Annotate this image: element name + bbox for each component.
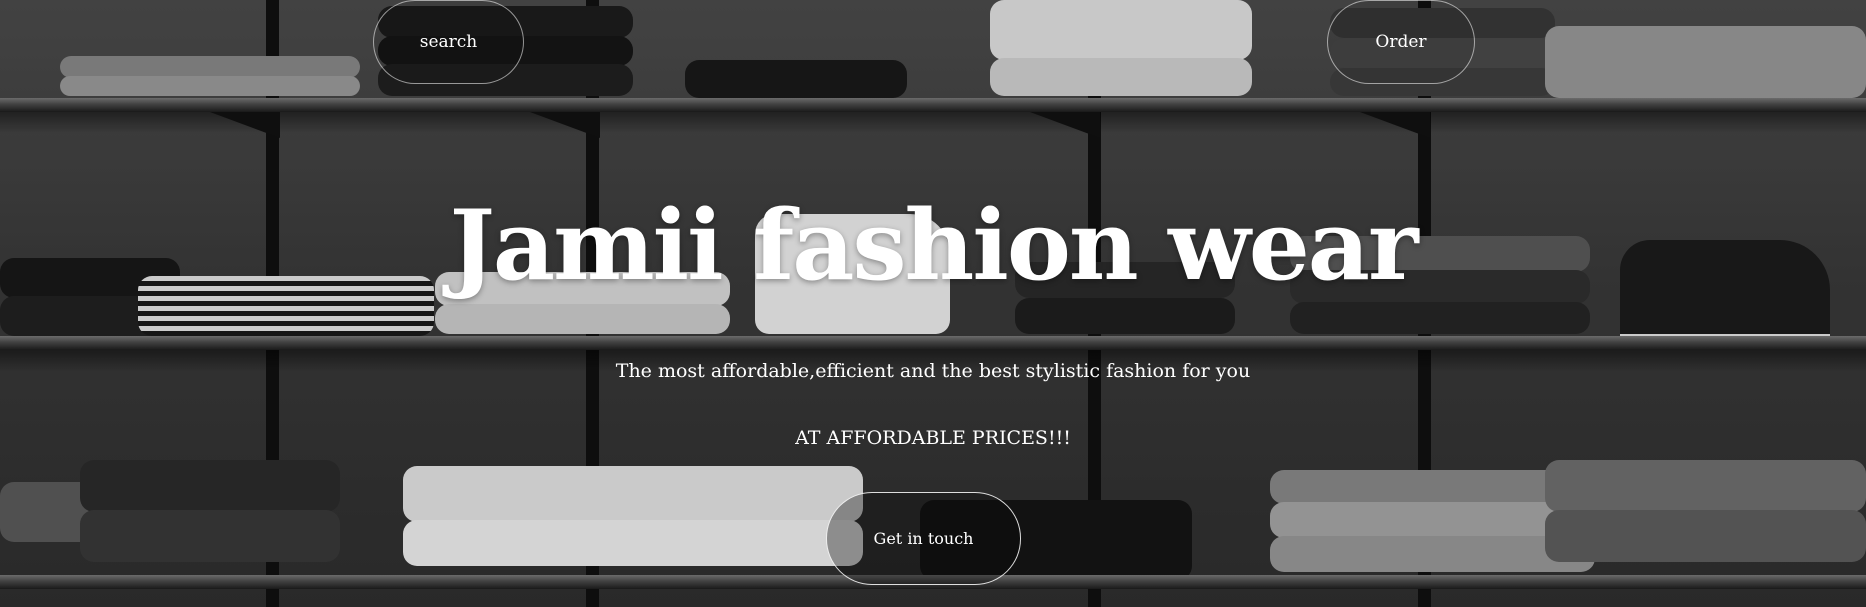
- cta-label: Get in touch: [873, 529, 974, 548]
- hero-tagline: AT AFFORDABLE PRICES!!!: [795, 427, 1071, 449]
- hero-title: Jamii fashion wear: [449, 189, 1418, 302]
- search-label: search: [419, 32, 478, 52]
- search-button[interactable]: search: [373, 0, 524, 84]
- get-in-touch-button[interactable]: Get in touch: [826, 492, 1021, 585]
- hero-section: search Order Jamii fashion wear The most…: [0, 0, 1866, 607]
- hero-subtitle: The most affordable,efficient and the be…: [615, 360, 1251, 382]
- order-button[interactable]: Order: [1327, 0, 1475, 84]
- order-label: Order: [1375, 32, 1427, 52]
